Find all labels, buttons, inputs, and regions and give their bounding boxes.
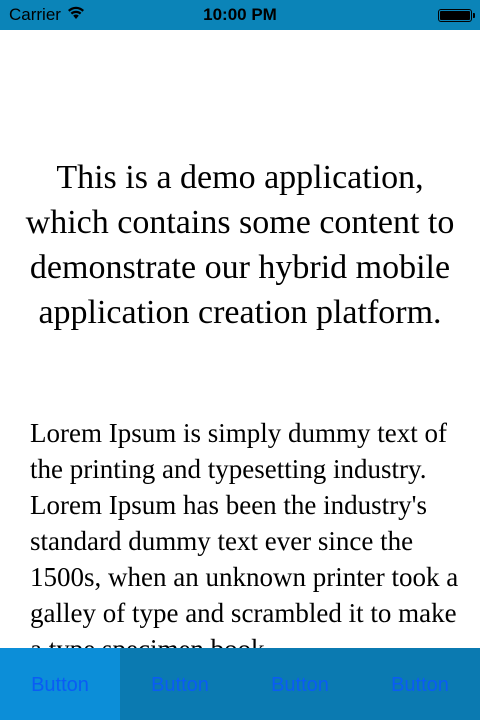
tab-button-1[interactable]: Button: [0, 648, 120, 720]
main-content[interactable]: This is a demo application, which contai…: [0, 30, 480, 648]
battery-fill: [440, 11, 470, 20]
body-paragraph: Lorem Ipsum is simply dummy text of the …: [30, 418, 459, 648]
tab-button-2[interactable]: Button: [120, 648, 240, 720]
battery-icon: [438, 9, 475, 22]
page-heading: This is a demo application, which contai…: [25, 159, 455, 331]
status-bar: Carrier 10:00 PM: [0, 0, 480, 30]
tab-button-3[interactable]: Button: [240, 648, 360, 720]
tab-button-4[interactable]: Button: [360, 648, 480, 720]
status-time: 10:00 PM: [203, 5, 277, 24]
tab-bar: Button Button Button Button: [0, 648, 480, 720]
battery-tip: [473, 13, 475, 18]
